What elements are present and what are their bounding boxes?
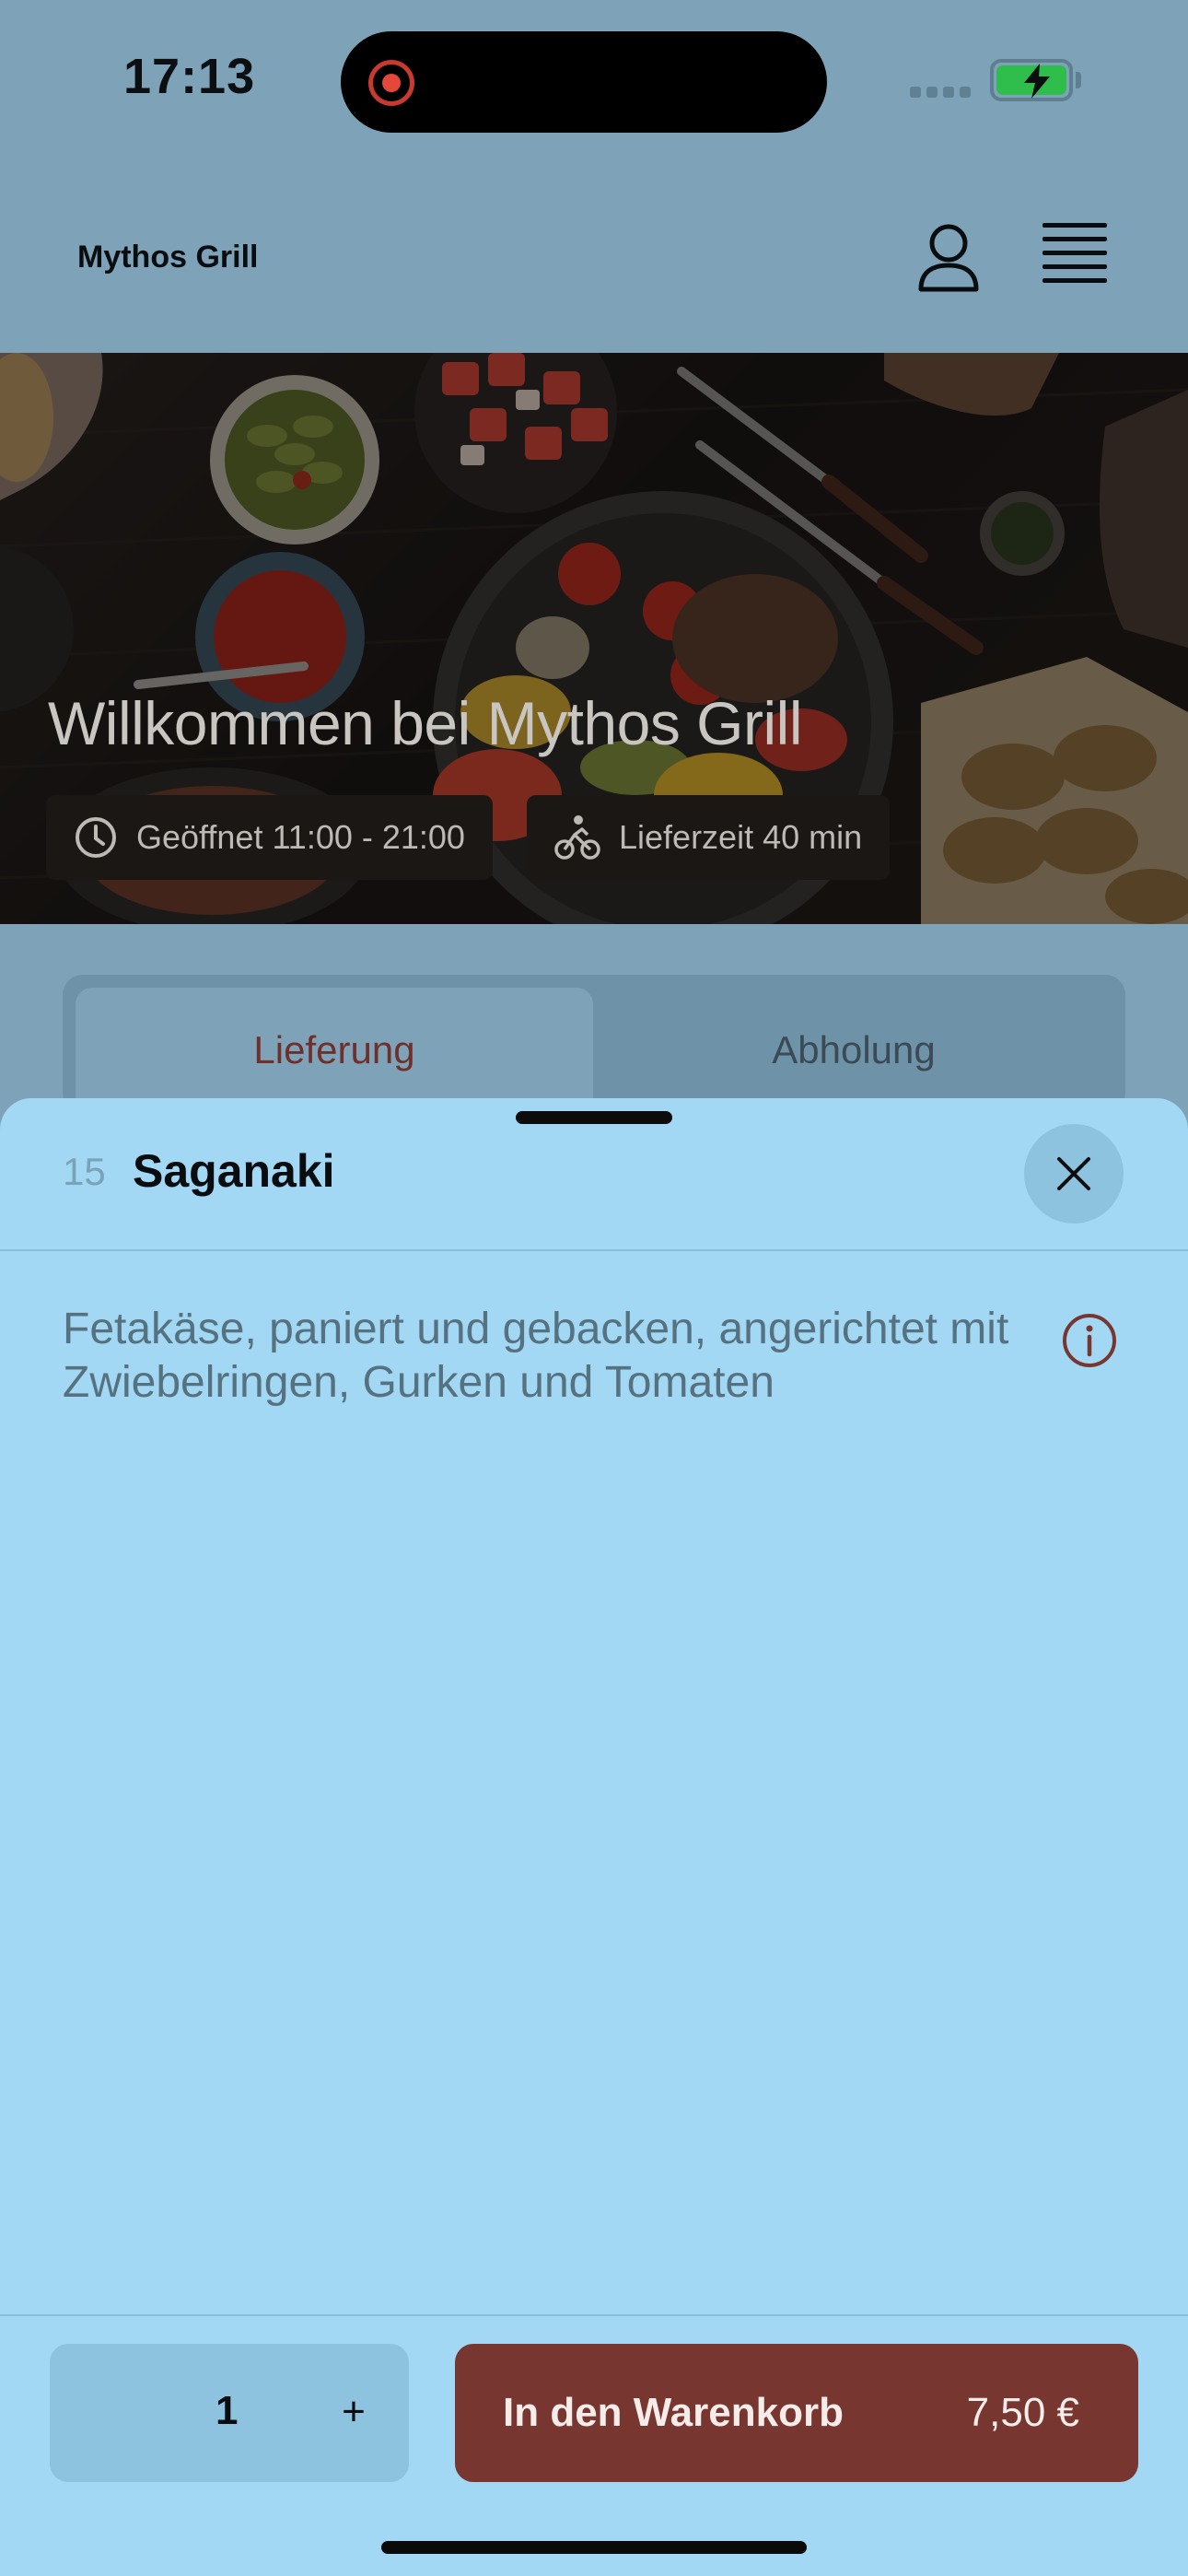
app-header: Mythos Grill <box>0 166 1188 353</box>
brand-name[interactable]: Mythos Grill <box>77 240 258 275</box>
item-description: Fetakäse, paniert und gebacken, angerich… <box>63 1305 1009 1407</box>
clock-icon <box>76 817 116 858</box>
home-indicator[interactable] <box>381 2541 807 2554</box>
tab-pickup[interactable]: Abholung <box>595 988 1112 1113</box>
opening-hours-chip: Geöffnet 11:00 - 21:00 <box>46 795 493 880</box>
product-detail-sheet: 15 Saganaki Fetakäse, paniert und geback… <box>0 1098 1188 2576</box>
hero-title: Willkommen bei Mythos Grill <box>48 689 802 757</box>
opening-hours-text: Geöffnet 11:00 - 21:00 <box>136 818 465 856</box>
quantity-increase-button[interactable]: + <box>326 2384 381 2440</box>
delivery-time-chip: Lieferzeit 40 min <box>527 795 891 880</box>
status-time: 17:13 <box>123 49 256 104</box>
battery-charging-icon <box>990 59 1073 101</box>
add-to-cart-button[interactable]: In den Warenkorb 7,50 € <box>455 2344 1138 2482</box>
add-to-cart-label: In den Warenkorb <box>503 2390 844 2435</box>
item-number: 15 <box>63 1150 106 1193</box>
delivery-time-text: Lieferzeit 40 min <box>619 818 863 856</box>
quantity-stepper[interactable]: 1 + <box>50 2344 409 2482</box>
quantity-value: 1 <box>215 2388 239 2433</box>
hero-banner: Willkommen bei Mythos Grill Geöffnet 11:… <box>0 353 1188 924</box>
tab-delivery[interactable]: Lieferung <box>76 988 593 1113</box>
sheet-footer: 1 + In den Warenkorb 7,50 € <box>0 2314 1188 2576</box>
order-mode-tabs: Lieferung Abholung <box>63 975 1125 1113</box>
sheet-header: 15 Saganaki <box>0 1098 1188 1251</box>
dynamic-island <box>341 31 827 133</box>
info-icon[interactable] <box>1061 1312 1118 1369</box>
status-bar: 17:13 <box>0 0 1188 166</box>
hamburger-menu-icon[interactable] <box>1042 223 1107 289</box>
user-icon[interactable] <box>915 221 982 295</box>
item-price: 7,50 € <box>966 2390 1079 2435</box>
bicycle-courier-icon <box>554 815 600 860</box>
screen-recording-icon <box>368 60 414 106</box>
close-button[interactable] <box>1024 1124 1124 1224</box>
battery-tip <box>1076 72 1081 88</box>
close-icon <box>1057 1157 1090 1190</box>
item-name: Saganaki <box>133 1145 335 1197</box>
cellular-signal-icon <box>910 87 971 98</box>
